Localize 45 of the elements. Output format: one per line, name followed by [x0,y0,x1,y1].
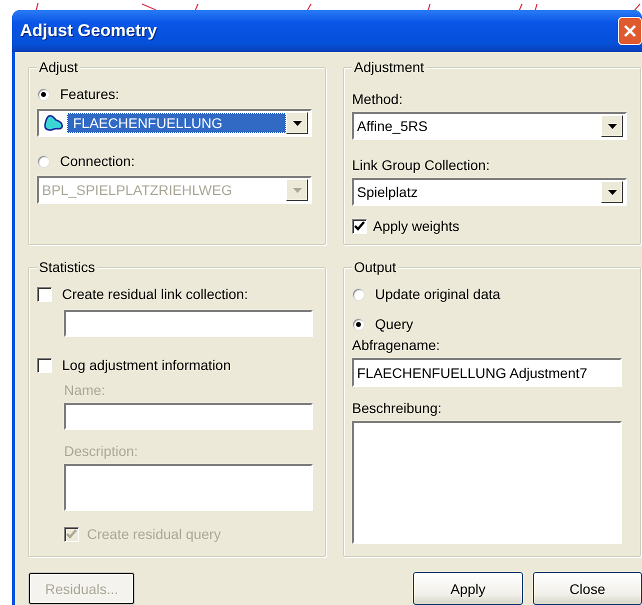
close-button[interactable] [618,17,642,45]
dropdown[interactable]: FLAECHENFUELLUNG [37,109,312,137]
dropdown-button[interactable] [286,112,308,134]
radio-button[interactable] [352,318,365,330]
group-title: Statistics [37,259,98,275]
checkbox[interactable] [352,218,367,234]
text-area[interactable] [352,421,622,544]
dropdown-button[interactable] [601,181,623,203]
checkbox-label: Apply weights [373,218,460,234]
radio-label: Query [375,316,414,332]
text-field[interactable]: FLAECHENFUELLUNG Adjustment7 [352,358,622,387]
dialog-button[interactable]: Close [532,572,642,605]
caret-icon [608,124,616,128]
group-title: Adjust [37,59,80,75]
field-label: Name: [64,381,106,399]
field-label: Description: [64,442,138,460]
checkbox[interactable] [37,358,52,372]
text-field[interactable] [64,310,313,337]
radio-label: Features: [60,86,120,102]
window-title: Adjust Geometry [20,21,157,41]
dropdown-button[interactable] [601,115,623,137]
field-label: Method: [352,90,403,108]
checkbox[interactable] [37,286,52,302]
text-area[interactable] [64,464,313,511]
radio-button[interactable] [37,88,50,100]
radio-button[interactable] [352,288,365,300]
field-label: Abfragename: [352,336,440,354]
group-title: Adjustment [352,59,426,75]
text-field[interactable] [64,403,313,430]
dropdown[interactable]: Spielplatz [352,178,627,206]
caret-icon [292,120,302,126]
radio-label: Connection: [60,153,135,169]
radio-button[interactable] [37,154,50,168]
radio-label: Update original data [375,286,500,302]
checkbox-label: Create residual query [87,526,221,542]
field-label: Beschreibung: [352,399,442,417]
checkbox-label: Log adjustment information [62,357,231,373]
dialog-button[interactable]: Apply [413,572,523,605]
polygon-icon [43,114,65,132]
checkbox-label: Create residual link collection: [62,286,248,302]
caret-icon [292,188,302,192]
field-label: Link Group Collection: [352,156,490,174]
caret-icon [608,190,616,194]
dropdown[interactable]: Affine_5RS [352,112,627,140]
group-title: Output [352,259,398,275]
